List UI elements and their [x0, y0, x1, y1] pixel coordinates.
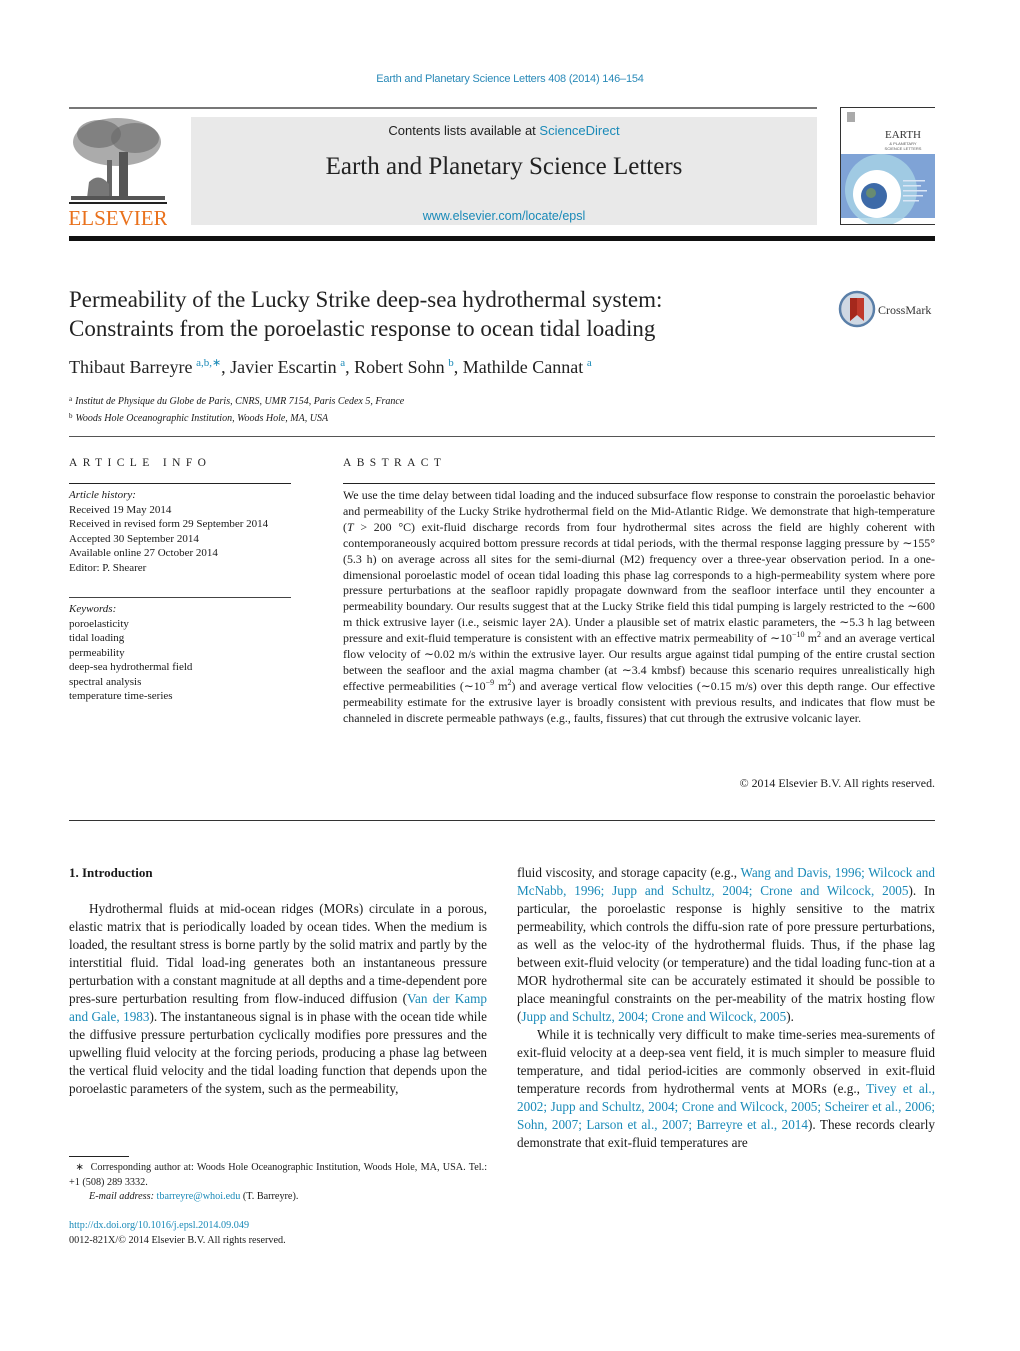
keywords-list: Keywords: poroelasticity tidal loading p…	[69, 602, 291, 704]
contents-line: Contents lists available at ScienceDirec…	[191, 123, 817, 138]
journal-banner: Contents lists available at ScienceDirec…	[191, 117, 817, 225]
email-line: E-mail address: tbarreyre@whoi.edu (T. B…	[89, 1191, 299, 1202]
body-paragraph: Hydrothermal fluids at mid-ocean ridges …	[69, 901, 488, 1096]
section-divider	[69, 436, 935, 437]
section-heading-introduction: 1. Introduction	[69, 865, 153, 880]
history-item: Editor: P. Shearer	[69, 561, 147, 574]
keyword-item: spectral analysis	[69, 675, 142, 688]
history-item: Available online 27 October 2014	[69, 547, 218, 559]
author[interactable]: Javier Escartin a,	[230, 357, 354, 377]
article-title: Permeability of the Lucky Strike deep-se…	[69, 285, 789, 343]
corresponding-author-footnote: ∗ Corresponding author at: Woods Hole Oc…	[69, 1161, 487, 1205]
history-item: Received 19 May 2014	[69, 503, 172, 516]
keyword-item: poroelasticity	[69, 617, 129, 630]
history-item: Received in revised form 29 September 20…	[69, 518, 269, 530]
crossmark-button[interactable]: CrossMark	[838, 290, 938, 330]
history-label: Article history:	[69, 489, 136, 501]
keywords-label: Keywords:	[69, 603, 117, 615]
email-link[interactable]: tbarreyre@whoi.edu	[157, 1191, 241, 1202]
doi-link[interactable]: http://dx.doi.org/10.1016/j.epsl.2014.09…	[69, 1219, 286, 1234]
keyword-item: tidal loading	[69, 632, 125, 644]
body-divider	[69, 820, 935, 821]
article-info-rule	[69, 483, 291, 484]
author[interactable]: Robert Sohn b,	[354, 357, 463, 377]
author-affiliation-marker[interactable]: a	[587, 357, 592, 369]
abstract-heading: ABSTRACT	[343, 457, 447, 469]
citation-link[interactable]: Jupp and Schultz, 2004; Crone and Wilcoc…	[521, 1009, 786, 1024]
contents-prefix: Contents lists available at	[388, 123, 540, 138]
title-line-1: Permeability of the Lucky Strike deep-se…	[69, 287, 663, 312]
journal-cover-thumbnail[interactable]: EARTH & PLANETARY SCIENCE LETTERS	[840, 107, 935, 225]
title-line-2: Constraints from the poroelastic respons…	[69, 316, 656, 341]
journal-url-link[interactable]: www.elsevier.com/locate/epsl	[191, 209, 817, 223]
header-thick-rule	[69, 236, 935, 241]
affiliations: a Institut de Physique du Globe de Paris,…	[69, 392, 404, 426]
article-history: Article history: Received 19 May 2014 Re…	[69, 488, 291, 575]
header-rule	[69, 107, 817, 109]
keyword-item: temperature time-series	[69, 690, 173, 702]
svg-text:EARTH: EARTH	[885, 129, 921, 141]
affiliation-item: b Woods Hole Oceanographic Institution, W…	[69, 412, 329, 424]
elsevier-logo[interactable]: ELSEVIER	[68, 112, 168, 230]
keyword-item: deep-sea hydrothermal field	[69, 661, 193, 673]
author-list: Thibaut Barreyre a,b,∗, Javier Escartin …	[69, 356, 592, 378]
issn-copyright: 0012-821X/© 2014 Elsevier B.V. All right…	[69, 1234, 286, 1246]
abstract-rule	[343, 483, 935, 484]
history-item: Accepted 30 September 2014	[69, 532, 199, 545]
corresponding-author-note: ∗ Corresponding author at: Woods Hole Oc…	[69, 1162, 488, 1188]
body-paragraph: While it is technically very difficult t…	[517, 1027, 935, 1150]
doi-block: http://dx.doi.org/10.1016/j.epsl.2014.09…	[69, 1219, 286, 1248]
article-info-heading: ARTICLE INFO	[69, 457, 212, 469]
author[interactable]: Thibaut Barreyre a,b,∗,	[69, 357, 230, 377]
author-affiliation-marker[interactable]: a,b,∗	[196, 357, 221, 369]
elsevier-tree-icon: ELSEVIER	[68, 118, 168, 230]
abstract-copyright: © 2014 Elsevier B.V. All rights reserved…	[739, 776, 935, 790]
keywords-rule	[69, 597, 291, 598]
svg-text:SCIENCE LETTERS: SCIENCE LETTERS	[885, 146, 922, 151]
body-column-left: Hydrothermal fluids at mid-ocean ridges …	[69, 900, 487, 1098]
sciencedirect-link[interactable]: ScienceDirect	[539, 123, 619, 138]
abstract-text: We use the time delay between tidal load…	[343, 488, 935, 725]
journal-citation-header[interactable]: Earth and Planetary Science Letters 408 …	[0, 73, 1020, 85]
affiliation-item: a Institut de Physique du Globe de Paris,…	[69, 395, 405, 407]
keyword-item: permeability	[69, 646, 125, 659]
journal-name: Earth and Planetary Science Letters	[325, 153, 683, 180]
author[interactable]: Mathilde Cannat a	[463, 357, 592, 377]
crossmark-icon: CrossMark	[838, 290, 931, 328]
footnote-rule	[69, 1156, 129, 1157]
crossmark-label: CrossMark	[878, 303, 931, 317]
body-column-right: fluid viscosity, and storage capacity (e…	[517, 864, 935, 1152]
elsevier-wordmark: ELSEVIER	[69, 206, 167, 228]
body-paragraph: fluid viscosity, and storage capacity (e…	[517, 865, 935, 1024]
journal-cover-image: EARTH & PLANETARY SCIENCE LETTERS	[841, 108, 935, 224]
